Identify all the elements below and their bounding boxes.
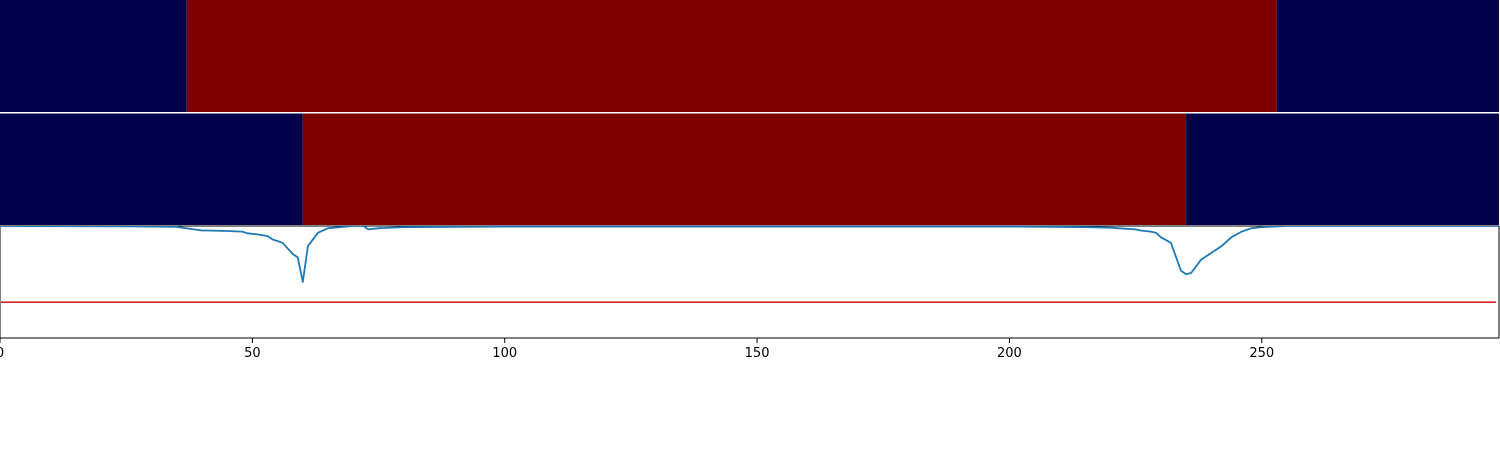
x-tick-label-3: 150: [745, 346, 770, 361]
line-panel-frame: [0, 225, 1500, 339]
x-tick-label-5: 250: [1249, 346, 1274, 361]
x-axis: 0 50 100 150 200 250: [0, 338, 1274, 361]
chart-figure: 0 50 100 150 200 250: [0, 0, 1500, 450]
x-tick-label-0: 0: [0, 346, 4, 361]
heat-segment-0-0: [0, 0, 187, 112]
heat-segment-0-2: [1276, 0, 1499, 112]
heat-segment-1-0: [0, 113, 303, 225]
x-tick-label-2: 100: [492, 346, 517, 361]
x-tick-label-1: 50: [244, 346, 261, 361]
row-separator: [0, 112, 1500, 114]
heat-segment-1-1: [302, 113, 1187, 225]
heat-segment-0-1: [186, 0, 1277, 112]
heat-segment-1-2: [1186, 113, 1499, 225]
chart-canvas: 0 50 100 150 200 250: [0, 0, 1500, 361]
line-panel: [0, 225, 1500, 339]
heatmap-rows: [0, 0, 1500, 225]
x-tick-label-4: 200: [997, 346, 1022, 361]
